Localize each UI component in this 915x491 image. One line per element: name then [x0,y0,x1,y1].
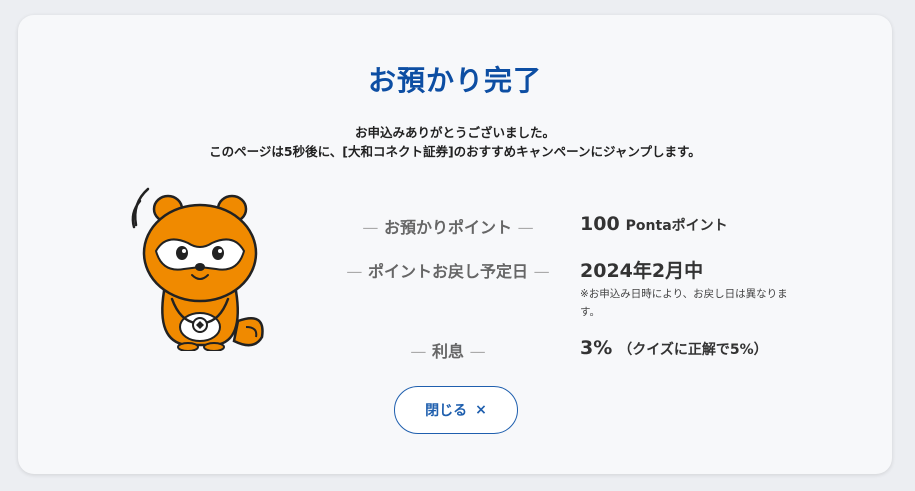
return-date-value: 2024年2月中 [580,260,704,282]
points-value: 100 Pontaポイント [580,213,728,235]
dash-decoration: — [533,262,550,281]
close-icon: × [475,402,487,418]
return-date-label: — ポイントお戻し予定日 — [346,262,550,281]
interest-value: 3% （クイズに正解で5%） [580,337,768,359]
close-button[interactable]: 閉じる × [394,386,518,434]
dash-decoration: — [410,342,427,361]
return-date-note: ※お申込み日時により、お戻し日は異なります。 [580,288,788,318]
ponta-mascot-illustration [131,187,264,351]
dash-decoration: — [346,262,363,281]
interest-note: （クイズに正解で5%） [618,342,768,358]
points-label: — お預かりポイント — [362,218,534,237]
completion-dialog: お預かり完了 お申込みありがとうございました。 このページは5秒後に、[大和コネ… [18,15,892,474]
message-line-2: このページは5秒後に、[大和コネクト証券]のおすすめキャンペーンにジャンプします… [209,144,701,159]
points-unit: Pontaポイント [625,218,728,234]
close-button-label: 閉じる [425,403,468,419]
dash-decoration: — [469,342,486,361]
dash-decoration: — [517,218,534,237]
dialog-title: お預かり完了 [367,64,542,97]
interest-label: — 利息 — [410,342,486,361]
dash-decoration: — [362,218,379,237]
dialog-message: お申込みありがとうございました。 このページは5秒後に、[大和コネクト証券]のお… [18,123,892,161]
message-line-1: お申込みありがとうございました。 [354,125,555,140]
